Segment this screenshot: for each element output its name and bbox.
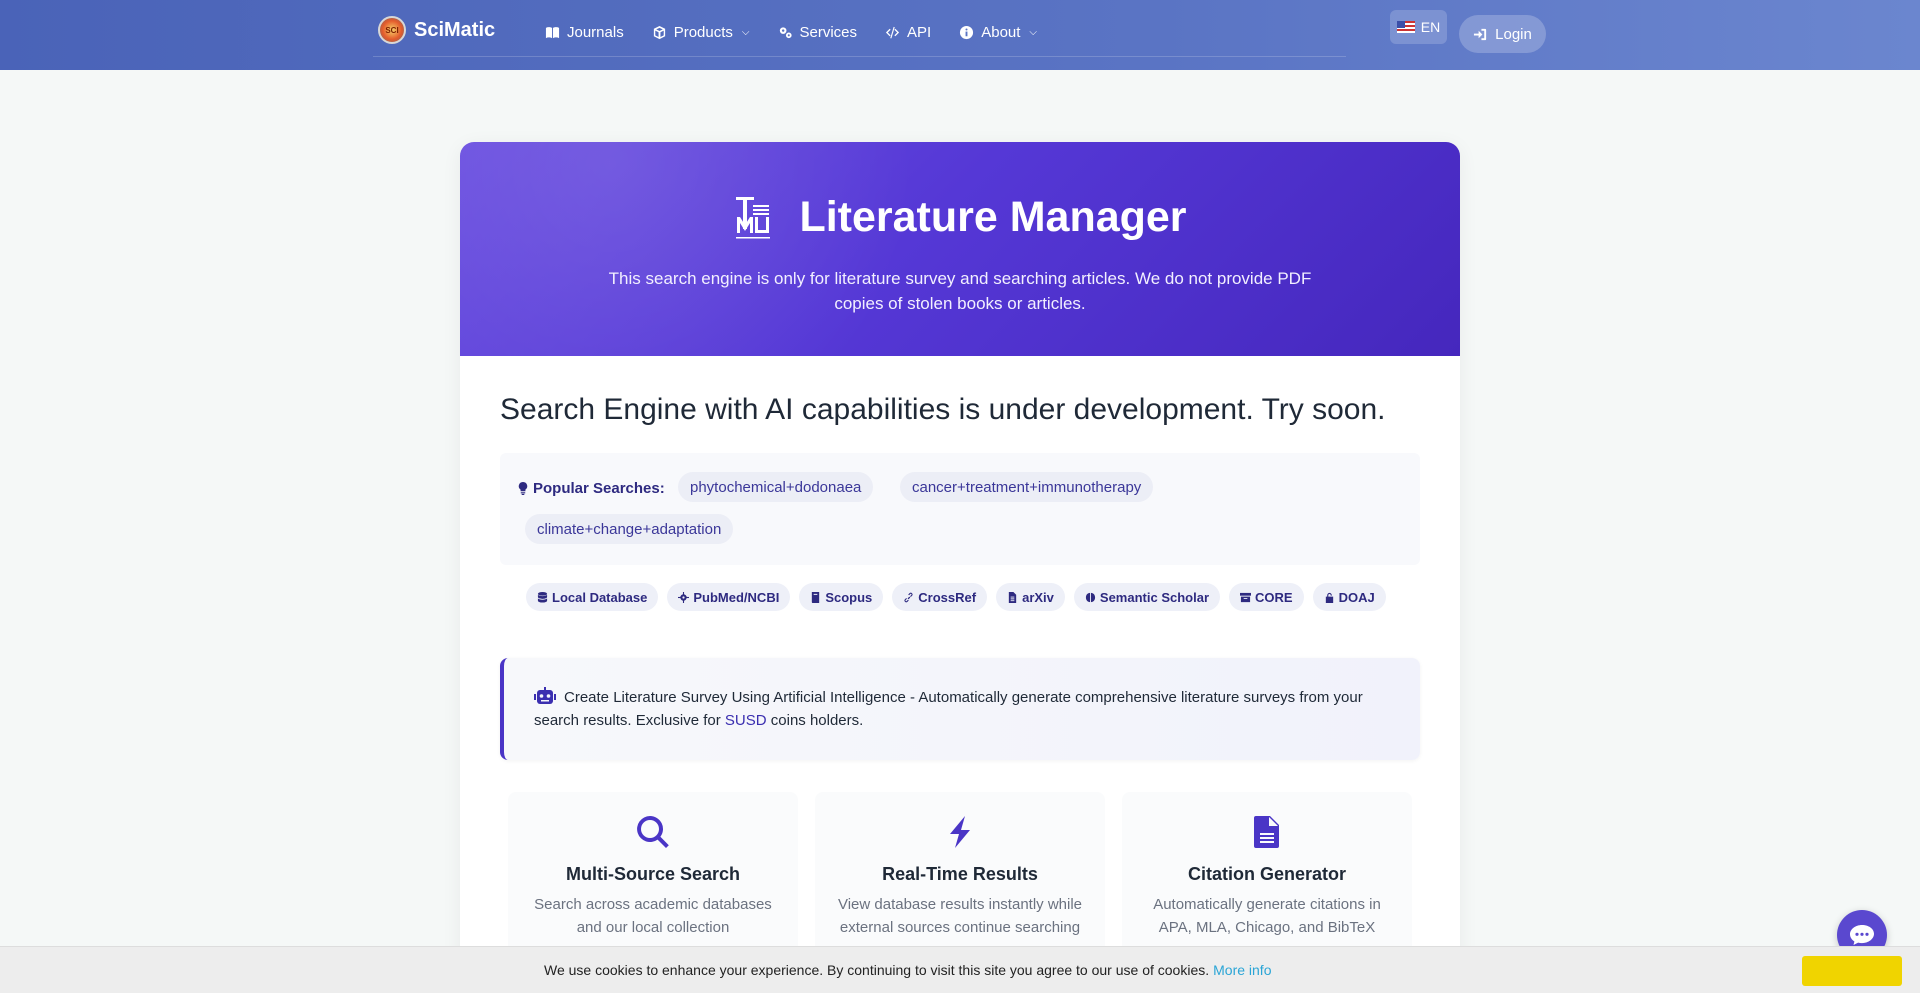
feature-title: Multi-Source Search — [565, 864, 741, 884]
brain-icon — [1085, 592, 1095, 602]
document-icon — [1254, 816, 1279, 848]
archive-icon — [1240, 592, 1252, 602]
nav-services[interactable]: Services — [778, 24, 858, 41]
cookie-banner: We use cookies to enhance your experienc… — [0, 946, 1920, 993]
nav-menu: Journals Products ⌵ Services API About ⌵ — [545, 24, 1065, 41]
bolt-icon — [950, 816, 970, 848]
source-arxiv[interactable]: arXiv — [996, 583, 1065, 611]
source-doaj[interactable]: DOAJ — [1312, 583, 1386, 611]
nav-label: Products — [673, 24, 733, 41]
book-icon — [545, 27, 560, 39]
chevron-down-icon: ⌵ — [1029, 27, 1038, 38]
feature-description: Search across academic databases and our… — [534, 896, 772, 936]
ai-text-before: Create Literature Survey Using Artificia… — [534, 689, 1363, 729]
chat-bubble-icon — [1850, 925, 1874, 945]
ai-survey-notice: Create Literature Survey Using Artificia… — [500, 658, 1420, 760]
literature-manager-logo — [736, 196, 771, 238]
language-selector[interactable]: EN — [1390, 10, 1447, 44]
popular-tag[interactable]: phytochemical+dodonaea — [678, 472, 874, 502]
box-icon — [653, 25, 665, 40]
virus-icon — [678, 591, 690, 603]
source-label: CORE — [1255, 589, 1293, 605]
nav-journals[interactable]: Journals — [545, 24, 624, 41]
nav-label: API — [907, 24, 932, 41]
robot-icon — [534, 687, 556, 704]
section-heading: Search Engine with AI capabilities is un… — [500, 393, 1386, 426]
language-code: EN — [1420, 19, 1441, 35]
ai-text-after: coins holders. — [770, 712, 864, 729]
popular-tag[interactable]: cancer+treatment+immunotherapy — [900, 472, 1154, 502]
hero-title-row: Literature Manager — [460, 193, 1460, 242]
nav-about[interactable]: About ⌵ — [959, 24, 1037, 41]
search-icon — [637, 816, 669, 848]
chevron-down-icon: ⌵ — [741, 27, 750, 38]
source-label: PubMed/NCBI — [693, 589, 780, 605]
gears-icon — [779, 27, 792, 39]
nav-label: Journals — [567, 24, 624, 41]
source-core[interactable]: CORE — [1229, 583, 1304, 611]
info-circle-icon — [960, 25, 974, 40]
link-icon — [904, 592, 913, 602]
nav-api[interactable]: API — [885, 24, 931, 41]
susd-link[interactable]: SUSD — [725, 712, 767, 729]
label-text: Popular Searches: — [533, 480, 665, 497]
nav-label: About — [981, 24, 1021, 41]
source-crossref[interactable]: CrossRef — [892, 583, 988, 611]
cookie-message: We use cookies to enhance your experienc… — [544, 962, 1210, 978]
hero-subtitle: This search engine is only for literatur… — [608, 269, 1312, 313]
login-button[interactable]: Login — [1459, 15, 1546, 53]
sign-in-icon — [1474, 28, 1487, 40]
page-title: Literature Manager — [799, 193, 1187, 241]
file-icon — [1008, 591, 1017, 603]
cookie-accept-button[interactable] — [1802, 956, 1902, 986]
login-label: Login — [1495, 25, 1532, 43]
source-label: arXiv — [1022, 589, 1054, 605]
cookie-text: We use cookies to enhance your experienc… — [544, 962, 1271, 978]
nav-label: Services — [799, 24, 858, 41]
more-info-link[interactable]: More info — [1213, 962, 1271, 978]
source-label: Semantic Scholar — [1099, 589, 1210, 605]
code-icon — [885, 26, 900, 39]
unlock-icon — [1325, 592, 1333, 603]
navbar: SCI SciMatic Journals Products ⌵ Service… — [0, 0, 1920, 70]
feature-title: Citation Generator — [1187, 864, 1347, 884]
source-list: Local Database PubMed/NCBI Scopus CrossR… — [526, 583, 1386, 611]
hero-banner: Literature Manager This search engine is… — [460, 142, 1460, 356]
feature-title: Real-Time Results — [882, 864, 1038, 884]
main-card: Literature Manager This search engine is… — [460, 142, 1460, 993]
source-local-database[interactable]: Local Database — [526, 583, 659, 611]
us-flag-icon — [1396, 21, 1415, 33]
popular-tag[interactable]: climate+change+adaptation — [525, 514, 734, 544]
source-label: Local Database — [552, 589, 648, 605]
brand[interactable]: SCI SciMatic — [378, 16, 495, 44]
source-scopus[interactable]: Scopus — [799, 583, 884, 611]
source-label: DOAJ — [1338, 589, 1375, 605]
database-icon — [537, 591, 548, 603]
feature-description: View database results instantly while ex… — [837, 896, 1083, 936]
feature-description: Automatically generate citations in APA,… — [1153, 896, 1381, 936]
source-label: CrossRef — [918, 589, 977, 605]
popular-searches: Popular Searches: phytochemical+dodonaea… — [500, 453, 1420, 565]
source-pubmed[interactable]: PubMed/NCBI — [667, 583, 791, 611]
brand-name: SciMatic — [414, 18, 496, 41]
source-semantic-scholar[interactable]: Semantic Scholar — [1073, 583, 1221, 611]
source-label: Scopus — [825, 589, 873, 605]
scimatic-logo: SCI — [378, 16, 406, 44]
nav-products[interactable]: Products ⌵ — [652, 24, 750, 41]
logo-text: SCI — [385, 25, 399, 35]
lightbulb-icon — [518, 482, 528, 495]
navbar-inner: SCI SciMatic Journals Products ⌵ Service… — [373, 0, 1346, 57]
book-icon — [812, 591, 820, 603]
popular-searches-label: Popular Searches: — [517, 480, 665, 497]
ai-survey-text: Create Literature Survey Using Artificia… — [534, 686, 1404, 732]
